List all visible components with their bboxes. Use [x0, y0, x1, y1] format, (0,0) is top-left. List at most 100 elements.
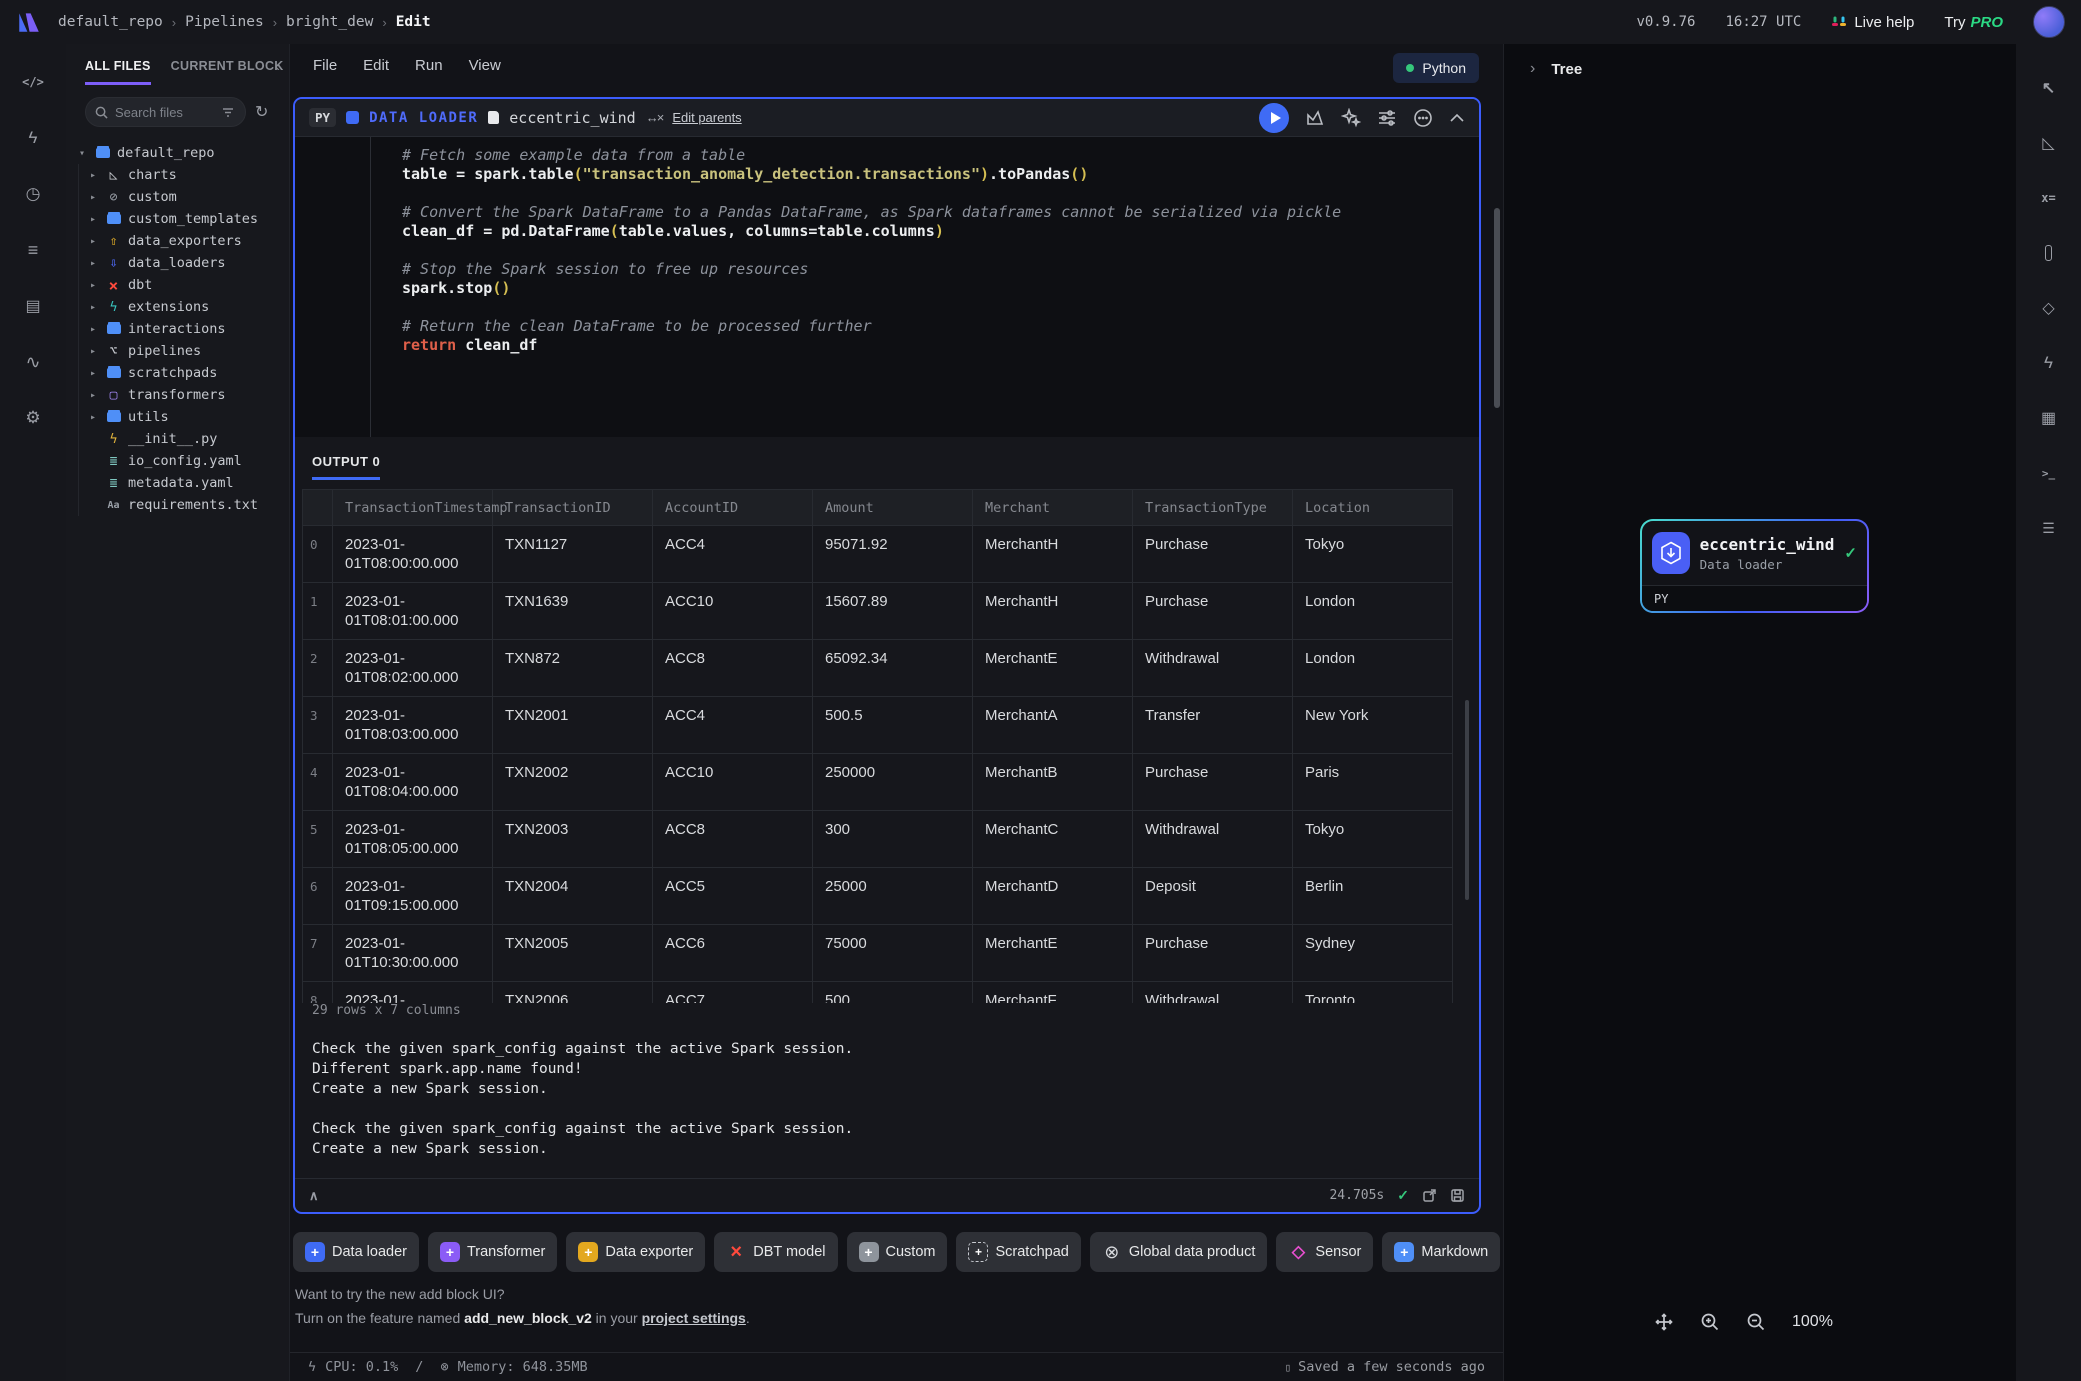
menu-view[interactable]: View: [456, 57, 514, 74]
language-selector[interactable]: Python: [1393, 53, 1479, 83]
chevron-icon[interactable]: [87, 302, 99, 313]
card-icon[interactable]: [15, 288, 51, 324]
add-block-button[interactable]: Sensor: [1276, 1232, 1373, 1272]
breadcrumb-repo[interactable]: default_repo: [58, 14, 163, 30]
column-header[interactable]: TransactionID: [493, 490, 653, 526]
add-block-button[interactable]: Data loader: [293, 1232, 419, 1272]
add-block-button[interactable]: Data exporter: [566, 1232, 705, 1272]
block-name[interactable]: eccentric_wind: [509, 109, 635, 127]
tree-item[interactable]: utils: [79, 406, 289, 428]
grid-icon[interactable]: [2031, 400, 2067, 436]
mage-logo[interactable]: [16, 9, 42, 35]
add-block-button[interactable]: DBT model: [714, 1232, 837, 1272]
zoom-in-icon[interactable]: [1700, 1312, 1720, 1332]
tree-item-root[interactable]: default_repo: [66, 142, 289, 164]
table-row[interactable]: 1 2023-01-01T08:01:00.000 TXN1639 ACC10 …: [303, 583, 1453, 640]
thermo-icon[interactable]: [2031, 235, 2067, 271]
editor-scrollbar[interactable]: [1494, 208, 1500, 408]
tab-output-0[interactable]: OUTPUT 0: [312, 454, 380, 480]
menu-run[interactable]: Run: [402, 57, 456, 74]
chevron-icon[interactable]: [87, 258, 99, 269]
menu-edit[interactable]: Edit: [350, 57, 402, 74]
zoom-out-icon[interactable]: [1746, 1312, 1766, 1332]
column-header[interactable]: Merchant: [973, 490, 1133, 526]
chevron-icon[interactable]: [87, 236, 99, 247]
code-editor[interactable]: # Fetch some example data from a tableta…: [295, 137, 1479, 437]
tree-item[interactable]: interactions: [79, 318, 289, 340]
collapse-output-icon[interactable]: ∧: [309, 1188, 319, 1204]
tree-item[interactable]: io_config.yaml: [79, 450, 289, 472]
save-output-icon[interactable]: [1450, 1188, 1465, 1203]
chevron-icon[interactable]: [87, 346, 99, 357]
cursor-icon[interactable]: [2031, 70, 2067, 106]
column-header[interactable]: Amount: [813, 490, 973, 526]
tree-item[interactable]: custom_templates: [79, 208, 289, 230]
filter-icon[interactable]: [222, 107, 234, 118]
tree-item[interactable]: extensions: [79, 296, 289, 318]
tree-item[interactable]: dbt: [79, 274, 289, 296]
table-row[interactable]: 7 2023-01-01T10:30:00.000 TXN2005 ACC6 7…: [303, 925, 1453, 982]
chevron-icon[interactable]: [87, 324, 99, 335]
chevron-icon[interactable]: [87, 368, 99, 379]
expand-panel-icon[interactable]: ›: [1530, 60, 1535, 78]
chevron-down-icon[interactable]: [76, 148, 88, 159]
clock-icon[interactable]: [15, 176, 51, 212]
live-help-button[interactable]: Live help: [1831, 14, 1914, 31]
sliders-icon[interactable]: [1377, 109, 1397, 127]
refresh-icon[interactable]: ↻: [255, 102, 268, 122]
table-row[interactable]: 5 2023-01-01T08:05:00.000 TXN2003 ACC8 3…: [303, 811, 1453, 868]
try-pro-button[interactable]: TryPRO: [1944, 14, 2003, 31]
column-header[interactable]: TransactionType: [1133, 490, 1293, 526]
collapse-panel-icon[interactable]: ‹: [275, 58, 280, 76]
tab-current-block[interactable]: CURRENT BLOCK: [171, 59, 284, 85]
tab-all-files[interactable]: ALL FILES: [85, 59, 151, 85]
code-icon[interactable]: [15, 64, 51, 100]
xeq-icon[interactable]: [2031, 180, 2067, 216]
collapse-block-icon[interactable]: [1449, 113, 1465, 123]
tree-item[interactable]: transformers: [79, 384, 289, 406]
project-settings-link[interactable]: project settings: [642, 1310, 746, 1326]
add-block-button[interactable]: Scratchpad: [956, 1232, 1080, 1272]
cube-icon[interactable]: [2031, 290, 2067, 326]
add-block-button[interactable]: Global data product: [1090, 1232, 1268, 1272]
output-table-wrapper[interactable]: TransactionTimestampTransactionIDAccount…: [295, 489, 1479, 1003]
zap-icon[interactable]: [15, 120, 51, 156]
tree-item[interactable]: requirements.txt: [79, 494, 289, 516]
tree-item[interactable]: __init__.py: [79, 428, 289, 450]
add-block-button[interactable]: Custom: [847, 1232, 948, 1272]
table-row[interactable]: 2 2023-01-01T08:02:00.000 TXN872 ACC8 65…: [303, 640, 1453, 697]
fit-view-icon[interactable]: [1654, 1312, 1674, 1332]
chevron-icon[interactable]: [87, 214, 99, 225]
tree-item[interactable]: metadata.yaml: [79, 472, 289, 494]
run-block-button[interactable]: [1259, 103, 1289, 133]
table-scrollbar[interactable]: [1465, 700, 1469, 900]
table-row[interactable]: 0 2023-01-01T08:00:00.000 TXN1127 ACC4 9…: [303, 526, 1453, 583]
tree-node-eccentric-wind[interactable]: eccentric_wind Data loader ✓ PY: [1642, 521, 1867, 611]
tree-item[interactable]: pipelines: [79, 340, 289, 362]
table-row[interactable]: 6 2023-01-01T09:15:00.000 TXN2004 ACC5 2…: [303, 868, 1453, 925]
sliders-icon[interactable]: [15, 400, 51, 436]
rows-icon[interactable]: [2031, 510, 2067, 546]
chevron-icon[interactable]: [87, 412, 99, 423]
chart-icon[interactable]: [1305, 109, 1325, 127]
expand-output-icon[interactable]: [1422, 1188, 1437, 1203]
breadcrumb-pipelines[interactable]: Pipelines: [185, 14, 264, 30]
add-block-button[interactable]: Markdown: [1382, 1232, 1500, 1272]
chevron-icon[interactable]: [87, 280, 99, 291]
tree-item[interactable]: data_exporters: [79, 230, 289, 252]
table-row[interactable]: 8 2023-01- TXN2006 ACC7 500 MerchantF Wi…: [303, 982, 1453, 1004]
column-header[interactable]: Location: [1293, 490, 1453, 526]
user-avatar[interactable]: [2033, 6, 2065, 38]
chart-icon[interactable]: [2031, 125, 2067, 161]
column-header[interactable]: TransactionTimestamp: [333, 490, 493, 526]
search-input[interactable]: [115, 105, 215, 120]
table-row[interactable]: 3 2023-01-01T08:03:00.000 TXN2001 ACC4 5…: [303, 697, 1453, 754]
tree-item[interactable]: scratchpads: [79, 362, 289, 384]
column-header[interactable]: AccountID: [653, 490, 813, 526]
chevron-icon[interactable]: [87, 390, 99, 401]
pulse-icon[interactable]: [15, 344, 51, 380]
sparkles-ai-icon[interactable]: [1341, 108, 1361, 128]
tree-item[interactable]: charts: [79, 164, 289, 186]
tree-item[interactable]: custom: [79, 186, 289, 208]
add-block-button[interactable]: Transformer: [428, 1232, 557, 1272]
